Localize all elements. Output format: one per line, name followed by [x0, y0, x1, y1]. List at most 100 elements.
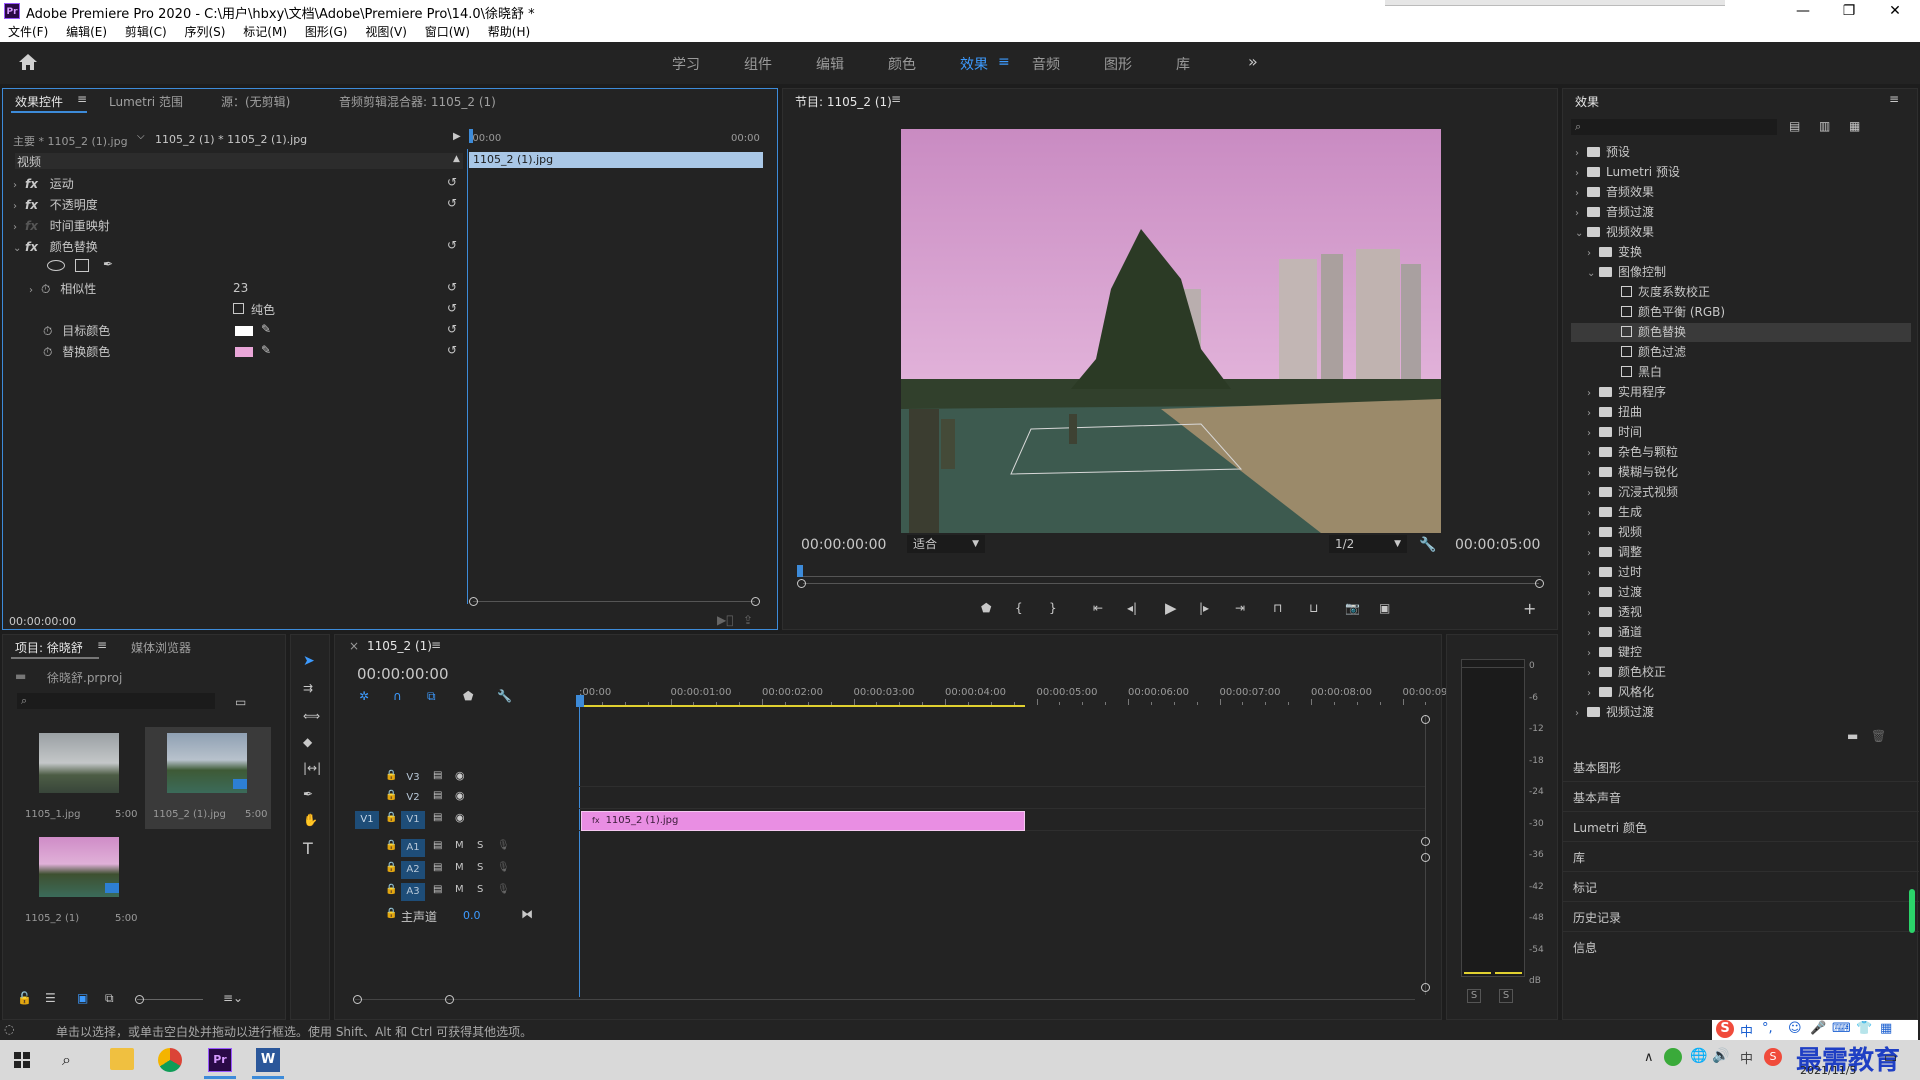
effects-tree-item[interactable]: › 时间 [1571, 423, 1911, 442]
reset-icon[interactable]: ↺ [447, 196, 457, 210]
chevron-right-icon[interactable]: › [1587, 428, 1599, 439]
video-frame[interactable] [901, 129, 1441, 533]
play-only-icon[interactable]: ▶ [453, 131, 461, 142]
similarity-row[interactable]: › ⏱ 相似性 [29, 280, 96, 297]
effects-tree-item[interactable]: › 视频 [1571, 523, 1911, 542]
mute-button[interactable]: M [455, 884, 464, 895]
track-header[interactable]: V1 🔒 V1 ▤ ◉ [335, 809, 579, 831]
trash-icon[interactable]: 🗑 [1871, 729, 1886, 743]
ime-punct-icon[interactable]: °, [1762, 1021, 1773, 1036]
chevron-right-icon[interactable]: › [1587, 528, 1599, 539]
effects-tree-item[interactable]: › 风格化 [1571, 683, 1911, 702]
timeline-ruler[interactable]: :00:00 00:00:01:00 00:00:02:00 00:00:03:00 0… [579, 671, 1473, 707]
menu-file[interactable]: 文件(F) [8, 22, 48, 42]
mic-icon[interactable]: 🎙 [497, 862, 510, 873]
menu-edit[interactable]: 编辑(E) [66, 22, 107, 42]
effects-tree-item[interactable]: › 音频过渡 [1571, 203, 1911, 222]
snap-icon[interactable]: ∩ [393, 689, 402, 703]
home-icon[interactable] [18, 53, 38, 75]
lock-icon[interactable]: 🔓 [17, 991, 32, 1005]
32bit-effects-icon[interactable]: ▥ [1819, 119, 1830, 133]
section-markers[interactable]: 标记 [1573, 879, 1597, 896]
chevron-right-icon[interactable]: › [1587, 648, 1599, 659]
section-essential-sound[interactable]: 基本声音 [1573, 789, 1621, 806]
chevron-down-icon[interactable]: ⌄ [1587, 268, 1599, 279]
tab-media-browser[interactable]: 媒体浏览器 [131, 639, 191, 656]
maximize-button[interactable]: ❐ [1826, 0, 1872, 22]
master-value[interactable]: 0.0 [463, 909, 481, 922]
solo-button[interactable]: S [477, 840, 483, 851]
master-clip-label[interactable]: 主要 * 1105_2 (1).jpg [13, 133, 128, 149]
sogou-tray-icon[interactable]: S [1764, 1048, 1782, 1066]
program-zoom-handle-left[interactable] [797, 579, 806, 588]
scroll-handle[interactable] [1421, 983, 1430, 992]
volume-icon[interactable]: 🔊 [1712, 1048, 1729, 1064]
chevron-right-icon[interactable]: › [1587, 408, 1599, 419]
sequence-clip-label[interactable]: 1105_2 (1) * 1105_2 (1).jpg [155, 133, 307, 146]
selection-tool-icon[interactable]: ➤ [303, 653, 315, 669]
lock-icon[interactable]: 🔒 [385, 790, 397, 801]
project-item[interactable]: 1105_2 (1) 5:00 [17, 831, 141, 933]
stopwatch-icon[interactable]: ⏱ [41, 282, 50, 296]
effects-tree-item[interactable]: › 视频过渡 [1571, 703, 1911, 722]
tray-chevron-icon[interactable]: ∧ [1644, 1050, 1654, 1065]
search-icon[interactable]: ⌕ [62, 1050, 71, 1070]
effects-tree-item[interactable]: › 扭曲 [1571, 403, 1911, 422]
solo-button[interactable]: S [477, 862, 483, 873]
go-to-out-icon[interactable]: ⇥ [1235, 601, 1245, 615]
ec-timecode[interactable]: 00:00:00:00 [9, 615, 76, 628]
effects-tree-item[interactable]: › 键控 [1571, 643, 1911, 662]
lock-icon[interactable]: 🔒 [385, 908, 397, 919]
effects-tree-item[interactable]: › 调整 [1571, 543, 1911, 562]
tab-audio-clip-mixer[interactable]: 音频剪辑混合器: 1105_2 (1) [339, 93, 496, 110]
chevron-right-icon[interactable]: › [1587, 548, 1599, 559]
workspace-learn[interactable]: 学习 [672, 54, 700, 74]
accelerated-effects-icon[interactable]: ▤ [1789, 119, 1800, 133]
list-view-icon[interactable]: ☰ [45, 991, 56, 1005]
track-header[interactable]: 🔒 A1 ▤ M S 🎙 [335, 837, 579, 859]
program-title[interactable]: 节目: 1105_2 (1) [795, 93, 892, 110]
menu-help[interactable]: 帮助(H) [488, 22, 530, 42]
effects-tree-item[interactable]: › 实用程序 [1571, 383, 1911, 402]
ripple-edit-tool-icon[interactable]: ⟺ [303, 709, 320, 723]
effects-tree-item[interactable]: › 沉浸式视频 [1571, 483, 1911, 502]
windows-start-icon[interactable] [14, 1052, 30, 1072]
effects-tree-item[interactable]: › 预设 [1571, 143, 1911, 162]
program-zoom-handle-right[interactable] [1535, 579, 1544, 588]
track-select-tool-icon[interactable]: ⇉ [303, 681, 313, 695]
effects-tree-item[interactable]: 灰度系数校正 [1571, 283, 1911, 302]
program-timecode[interactable]: 00:00:00:00 [801, 537, 886, 553]
ime-emoji-icon[interactable]: ☺ [1788, 1021, 1802, 1036]
add-button-icon[interactable]: + [1523, 599, 1536, 618]
thumbnail-size-handle[interactable] [135, 995, 144, 1004]
tab-effect-controls[interactable]: 效果控件 [15, 93, 63, 110]
panel-menu-icon[interactable]: ≡ [891, 92, 901, 106]
eye-icon[interactable]: ◉ [455, 789, 465, 802]
more-workspaces-icon[interactable]: » [1248, 52, 1258, 71]
track-header[interactable]: 🔒 A2 ▤ M S 🎙 [335, 859, 579, 881]
ec-zoom-track[interactable] [473, 601, 755, 602]
resolution-dropdown[interactable]: 1/2 ▼ [1329, 535, 1407, 553]
timeline-clip[interactable]: fx 1105_2 (1).jpg [581, 811, 1025, 831]
reset-icon[interactable]: ↺ [447, 301, 457, 315]
camera-icon[interactable]: 📷 [1345, 601, 1360, 615]
effect-motion[interactable]: › fx 运动 [13, 175, 74, 192]
new-bin-icon[interactable]: ▬ [1847, 729, 1858, 743]
solo-right-button[interactable]: S [1499, 989, 1513, 1003]
close-tab-icon[interactable]: × [349, 639, 359, 653]
ec-zoom-handle-right[interactable] [751, 597, 760, 606]
track-header[interactable]: 🔒 V3 ▤ ◉ [335, 767, 579, 787]
collapse-icon[interactable]: ▲ [453, 154, 460, 164]
effects-tree-item[interactable]: 颜色替换 [1571, 323, 1911, 342]
solid-checkbox[interactable] [233, 303, 244, 314]
target-color-swatch[interactable] [235, 326, 253, 336]
eyedropper-icon[interactable]: ✎ [261, 343, 271, 357]
linked-selection-icon[interactable]: ⧉ [427, 689, 436, 704]
project-item[interactable]: 1105_1.jpg 5:00 [17, 727, 141, 829]
scroll-handle[interactable] [1421, 715, 1430, 724]
panel-menu-icon[interactable]: ≡ [97, 638, 107, 652]
stopwatch-icon[interactable]: ⏱ [43, 324, 52, 338]
track-header[interactable]: 🔒 V2 ▤ ◉ [335, 787, 579, 809]
effects-tree-item[interactable]: 颜色过滤 [1571, 343, 1911, 362]
workspace-libraries[interactable]: 库 [1176, 54, 1190, 74]
